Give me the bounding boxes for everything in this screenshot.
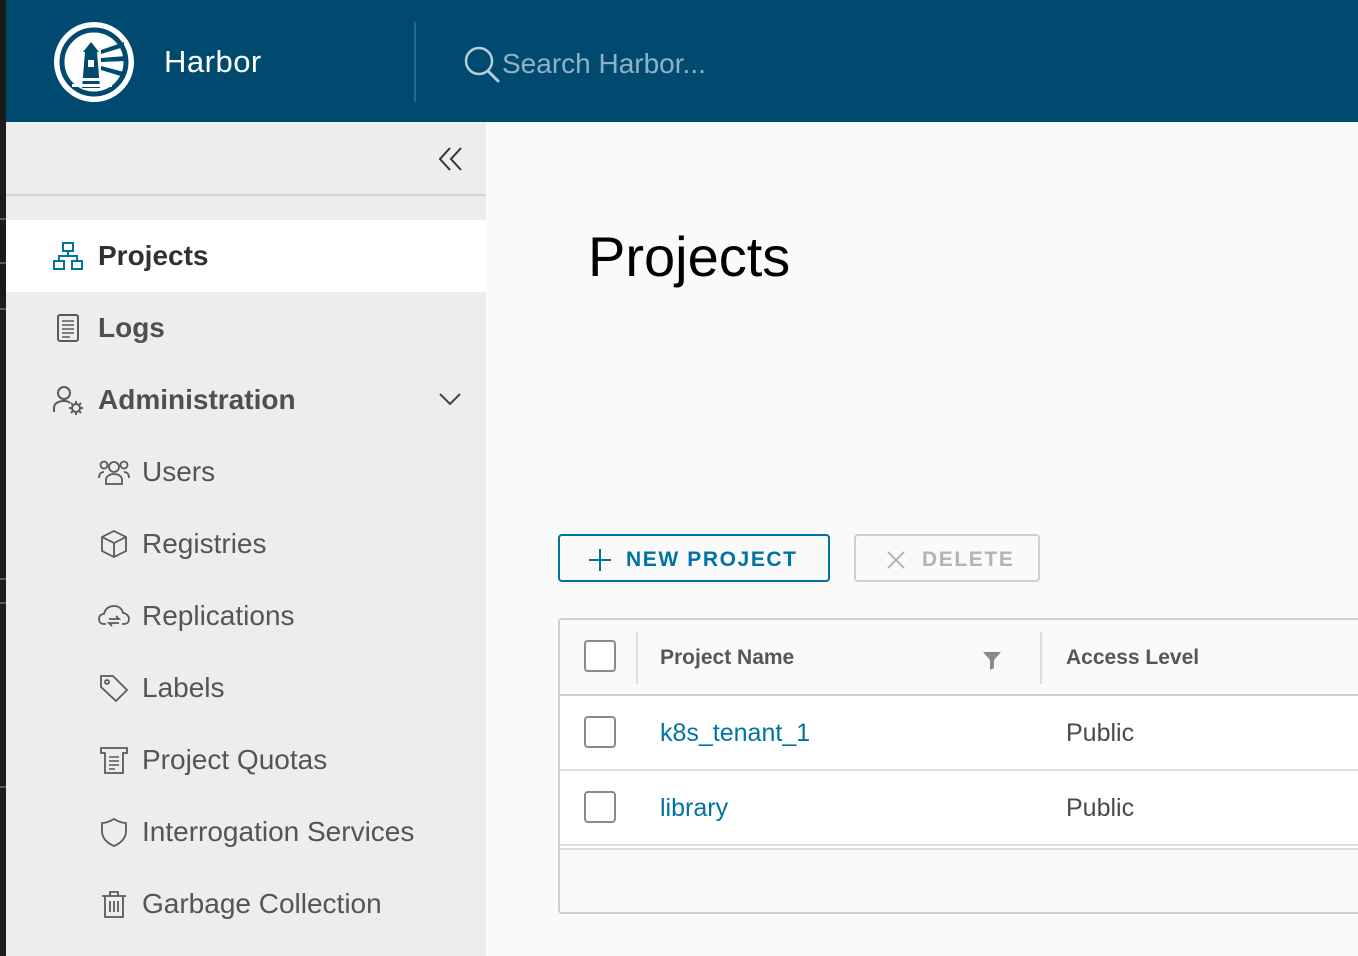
harbor-logo[interactable] bbox=[54, 22, 134, 102]
sidebar-item-logs[interactable]: Logs bbox=[6, 292, 486, 364]
sidebar-item-registries[interactable]: Registries bbox=[6, 508, 486, 580]
close-icon bbox=[884, 548, 908, 572]
sidebar-item-label: Administration bbox=[98, 384, 296, 415]
project-name-link[interactable]: k8s_tenant_1 bbox=[660, 718, 810, 748]
column-header-access-level[interactable]: Access Level bbox=[1066, 646, 1199, 670]
header-divider bbox=[414, 22, 416, 102]
table-row: library Public bbox=[560, 771, 1358, 846]
row-checkbox[interactable] bbox=[584, 716, 616, 748]
new-project-label: NEW PROJECT bbox=[626, 548, 798, 571]
datagrid-footer bbox=[560, 848, 1358, 912]
sidebar-item-users[interactable]: Users bbox=[6, 436, 486, 508]
table-row: k8s_tenant_1 Public bbox=[560, 696, 1358, 771]
project-name-link[interactable]: library bbox=[660, 793, 728, 823]
access-level-cell: Public bbox=[1066, 719, 1135, 747]
sidebar-item-administration[interactable]: Administration bbox=[6, 364, 486, 436]
sidebar: Projects Logs Administration Users Regis… bbox=[6, 122, 486, 956]
delete-label: DELETE bbox=[922, 548, 1015, 571]
projects-datagrid: Project Name Access Level k8s_tenant_1 P… bbox=[558, 618, 1358, 914]
sidebar-item-label: Users bbox=[142, 456, 216, 487]
sidebar-item-projects[interactable]: Projects bbox=[6, 220, 486, 292]
trash-icon bbox=[98, 888, 130, 920]
double-chevron-left-icon[interactable] bbox=[434, 142, 468, 176]
sidebar-item-garbage-collection[interactable]: Garbage Collection bbox=[6, 868, 486, 940]
sidebar-item-label: Projects bbox=[98, 240, 209, 271]
column-separator bbox=[636, 632, 638, 684]
row-checkbox[interactable] bbox=[584, 791, 616, 823]
cloud-sync-icon bbox=[98, 600, 130, 632]
delete-button[interactable]: DELETE bbox=[854, 534, 1040, 582]
sidebar-item-labels[interactable]: Labels bbox=[6, 652, 486, 724]
sidebar-item-label: Garbage Collection bbox=[142, 888, 382, 919]
sidebar-item-label: Registries bbox=[142, 528, 267, 559]
shield-icon bbox=[98, 816, 130, 848]
column-header-project-name[interactable]: Project Name bbox=[660, 646, 794, 670]
logs-icon bbox=[52, 312, 84, 344]
new-project-button[interactable]: NEW PROJECT bbox=[558, 534, 830, 582]
page-title: Projects bbox=[588, 225, 791, 288]
sidebar-item-project-quotas[interactable]: Project Quotas bbox=[6, 724, 486, 796]
column-separator bbox=[1040, 632, 1042, 684]
box-icon bbox=[98, 528, 130, 560]
sidebar-item-label: Interrogation Services bbox=[142, 816, 415, 847]
users-icon bbox=[98, 456, 130, 488]
sidebar-item-label: Project Quotas bbox=[142, 744, 328, 775]
user-settings-icon bbox=[52, 384, 84, 416]
sidebar-collapse-row bbox=[6, 122, 486, 196]
datagrid-header: Project Name Access Level bbox=[560, 620, 1358, 696]
sidebar-item-label: Logs bbox=[98, 312, 165, 343]
access-level-cell: Public bbox=[1066, 794, 1135, 822]
tag-icon bbox=[98, 672, 130, 704]
select-all-checkbox[interactable] bbox=[584, 640, 616, 672]
organization-icon bbox=[52, 240, 84, 272]
plus-icon bbox=[588, 548, 612, 572]
sidebar-item-label: Replications bbox=[142, 600, 295, 631]
chevron-down-icon[interactable] bbox=[434, 384, 466, 416]
sidebar-item-interrogation-services[interactable]: Interrogation Services bbox=[6, 796, 486, 868]
search-input[interactable] bbox=[502, 42, 902, 86]
filter-icon[interactable] bbox=[980, 648, 1004, 672]
sidebar-item-replications[interactable]: Replications bbox=[6, 580, 486, 652]
sidebar-item-label: Labels bbox=[142, 672, 225, 703]
app-header: Harbor bbox=[6, 0, 1358, 122]
brand-name: Harbor bbox=[164, 44, 262, 79]
quota-icon bbox=[98, 744, 130, 776]
search-icon[interactable] bbox=[462, 44, 502, 84]
